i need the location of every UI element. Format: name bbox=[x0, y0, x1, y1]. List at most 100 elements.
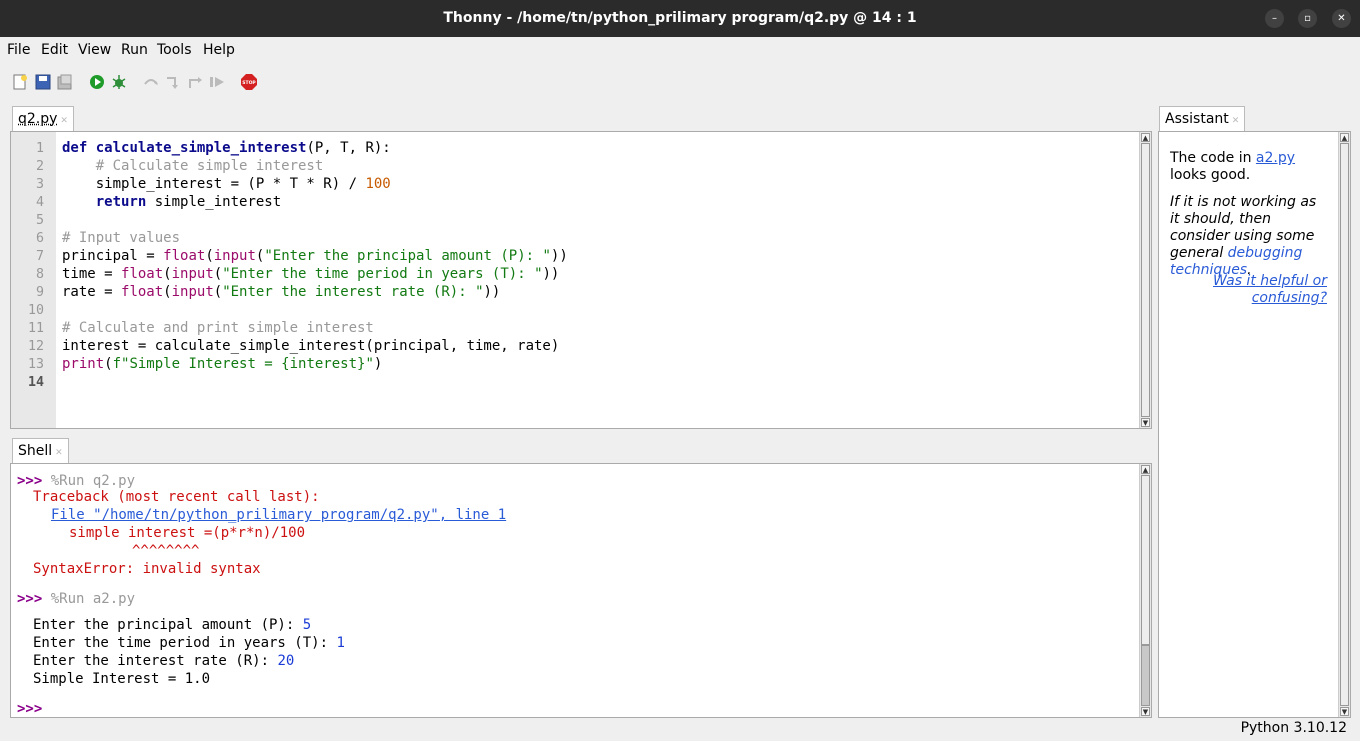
tab-q2-py[interactable]: q2.py ✕ bbox=[12, 106, 74, 131]
code-line: interest = calculate_simple_interest(pri… bbox=[62, 338, 560, 354]
scroll-up-icon[interactable]: ▲ bbox=[1141, 465, 1150, 474]
line-number: 2 bbox=[35, 159, 44, 174]
code-line: return simple_interest bbox=[95, 194, 282, 210]
menu-help[interactable]: Help bbox=[203, 42, 235, 58]
line-number: 4 bbox=[35, 195, 44, 210]
output-line: Enter the principal amount (P): 5 bbox=[33, 617, 312, 633]
resume-icon[interactable] bbox=[209, 74, 225, 90]
tab-label: Assistant bbox=[1165, 111, 1229, 127]
minimize-icon[interactable]: – bbox=[1265, 9, 1284, 28]
line-number: 1 bbox=[35, 141, 44, 156]
line-number: 3 bbox=[35, 177, 44, 192]
line-number: 14 bbox=[27, 375, 44, 390]
new-file-icon[interactable] bbox=[12, 74, 28, 90]
close-icon[interactable]: ✕ bbox=[1332, 9, 1351, 28]
code-line: rate = float(input("Enter the interest r… bbox=[62, 284, 501, 300]
code-line: # Calculate and print simple interest bbox=[62, 320, 374, 336]
run-command: %Run q2.py bbox=[50, 473, 136, 489]
stop-label: STOP bbox=[242, 80, 256, 86]
assistant-panel: The code in a2.py looks good. If it is n… bbox=[1158, 131, 1351, 718]
shell-line: >>> %Run q2.py bbox=[17, 473, 135, 489]
shell-scrollbar[interactable]: ▲ ▼ bbox=[1139, 464, 1151, 717]
shell-line: >>> %Run a2.py bbox=[17, 591, 135, 607]
run-command: %Run a2.py bbox=[50, 591, 136, 607]
close-tab-icon[interactable]: ✕ bbox=[60, 116, 68, 126]
scroll-down-icon[interactable]: ▼ bbox=[1141, 707, 1150, 716]
output-line: Simple Interest = 1.0 bbox=[33, 671, 211, 687]
scroll-thumb[interactable] bbox=[1340, 143, 1349, 706]
line-number: 5 bbox=[35, 213, 44, 228]
stop-icon[interactable]: STOP bbox=[241, 74, 257, 90]
file-link[interactable]: a2.py bbox=[1256, 150, 1295, 166]
close-tab-icon[interactable]: ✕ bbox=[1232, 116, 1240, 126]
tab-label: q2.py bbox=[18, 111, 58, 127]
user-input: 5 bbox=[302, 617, 312, 633]
user-input: 20 bbox=[277, 653, 295, 669]
code-line: # Calculate simple interest bbox=[95, 158, 324, 174]
code-line: def calculate_simple_interest(P, T, R): bbox=[62, 140, 391, 156]
toolbar bbox=[0, 67, 1360, 97]
maximize-icon[interactable]: ▫ bbox=[1298, 9, 1317, 28]
menu-bar: File Edit View Run Tools Help bbox=[0, 37, 1360, 65]
scroll-up-icon[interactable]: ▲ bbox=[1141, 133, 1150, 142]
line-number: 8 bbox=[35, 267, 44, 282]
scroll-up-icon[interactable]: ▲ bbox=[1340, 133, 1349, 142]
open-file-icon[interactable] bbox=[35, 74, 51, 90]
menu-tools[interactable]: Tools bbox=[157, 42, 192, 58]
error-source-line: simple interest =(p*r*n)/100 bbox=[69, 525, 306, 541]
output-line: Enter the interest rate (R): 20 bbox=[33, 653, 295, 669]
step-into-icon[interactable] bbox=[165, 74, 181, 90]
line-number: 7 bbox=[35, 249, 44, 264]
close-tab-icon[interactable]: ✕ bbox=[55, 448, 63, 458]
save-file-icon[interactable] bbox=[57, 74, 73, 90]
scroll-thumb[interactable] bbox=[1141, 645, 1150, 706]
traceback-header: Traceback (most recent call last): bbox=[33, 489, 320, 505]
code-line: print(f"Simple Interest = {interest}") bbox=[62, 356, 383, 372]
code-line: # Input values bbox=[62, 230, 181, 246]
error-carets: ^^^^^^^^ bbox=[132, 543, 200, 559]
line-number: 13 bbox=[27, 357, 44, 372]
line-number: 6 bbox=[35, 231, 44, 246]
output-line: Enter the time period in years (T): 1 bbox=[33, 635, 345, 651]
assistant-hint: If it is not working as it should, then … bbox=[1170, 194, 1317, 278]
menu-file[interactable]: File bbox=[7, 42, 30, 58]
menu-edit[interactable]: Edit bbox=[41, 42, 68, 58]
code-line: principal = float(input("Enter the princ… bbox=[62, 248, 568, 264]
step-over-icon[interactable] bbox=[143, 74, 159, 90]
menu-run[interactable]: Run bbox=[121, 42, 148, 58]
line-number: 11 bbox=[27, 321, 44, 336]
window-title: Thonny - /home/tn/python_prilimary progr… bbox=[443, 10, 917, 26]
title-bar: Thonny - /home/tn/python_prilimary progr… bbox=[0, 0, 1360, 37]
scroll-down-icon[interactable]: ▼ bbox=[1141, 418, 1150, 427]
code-editor[interactable]: 1 2 3 4 5 6 7 8 9 10 11 12 13 14 def cal… bbox=[10, 131, 1152, 429]
menu-view[interactable]: View bbox=[78, 42, 111, 58]
feedback-link[interactable]: Was it helpful or confusing? bbox=[1213, 273, 1327, 306]
line-number: 10 bbox=[27, 303, 44, 318]
scroll-thumb[interactable] bbox=[1141, 143, 1150, 417]
debug-icon[interactable] bbox=[111, 74, 127, 90]
code-line: time = float(input("Enter the time perio… bbox=[62, 266, 560, 282]
step-out-icon[interactable] bbox=[187, 74, 203, 90]
tab-shell[interactable]: Shell ✕ bbox=[12, 438, 69, 463]
tab-assistant[interactable]: Assistant ✕ bbox=[1159, 106, 1246, 131]
code-line: simple_interest = (P * T * R) / 100 bbox=[62, 176, 391, 192]
shell-prompt: >>> bbox=[17, 473, 43, 489]
shell-input-prompt[interactable]: >>> bbox=[17, 701, 42, 717]
shell-prompt: >>> bbox=[17, 591, 43, 607]
scroll-track-upper bbox=[1141, 475, 1150, 645]
line-number-gutter: 1 2 3 4 5 6 7 8 9 10 11 12 13 14 bbox=[11, 132, 56, 428]
python-version-status[interactable]: Python 3.10.12 bbox=[1241, 720, 1347, 736]
line-number: 12 bbox=[27, 339, 44, 354]
line-number: 9 bbox=[35, 285, 44, 300]
user-input: 1 bbox=[336, 635, 345, 651]
assistant-scrollbar[interactable]: ▲ ▼ bbox=[1338, 132, 1350, 717]
run-icon[interactable] bbox=[89, 74, 105, 90]
tab-label: Shell bbox=[18, 443, 53, 459]
editor-scrollbar[interactable]: ▲ ▼ bbox=[1139, 132, 1151, 428]
assistant-message: The code in a2.py looks good. bbox=[1170, 150, 1296, 183]
feedback-container: Was it helpful or confusing? bbox=[1199, 273, 1327, 307]
scroll-down-icon[interactable]: ▼ bbox=[1340, 707, 1349, 716]
shell-console[interactable]: >>> %Run q2.py Traceback (most recent ca… bbox=[10, 463, 1152, 718]
syntax-error-message: SyntaxError: invalid syntax bbox=[33, 561, 261, 577]
traceback-file-link[interactable]: File "/home/tn/python_prilimary program/… bbox=[51, 507, 506, 523]
